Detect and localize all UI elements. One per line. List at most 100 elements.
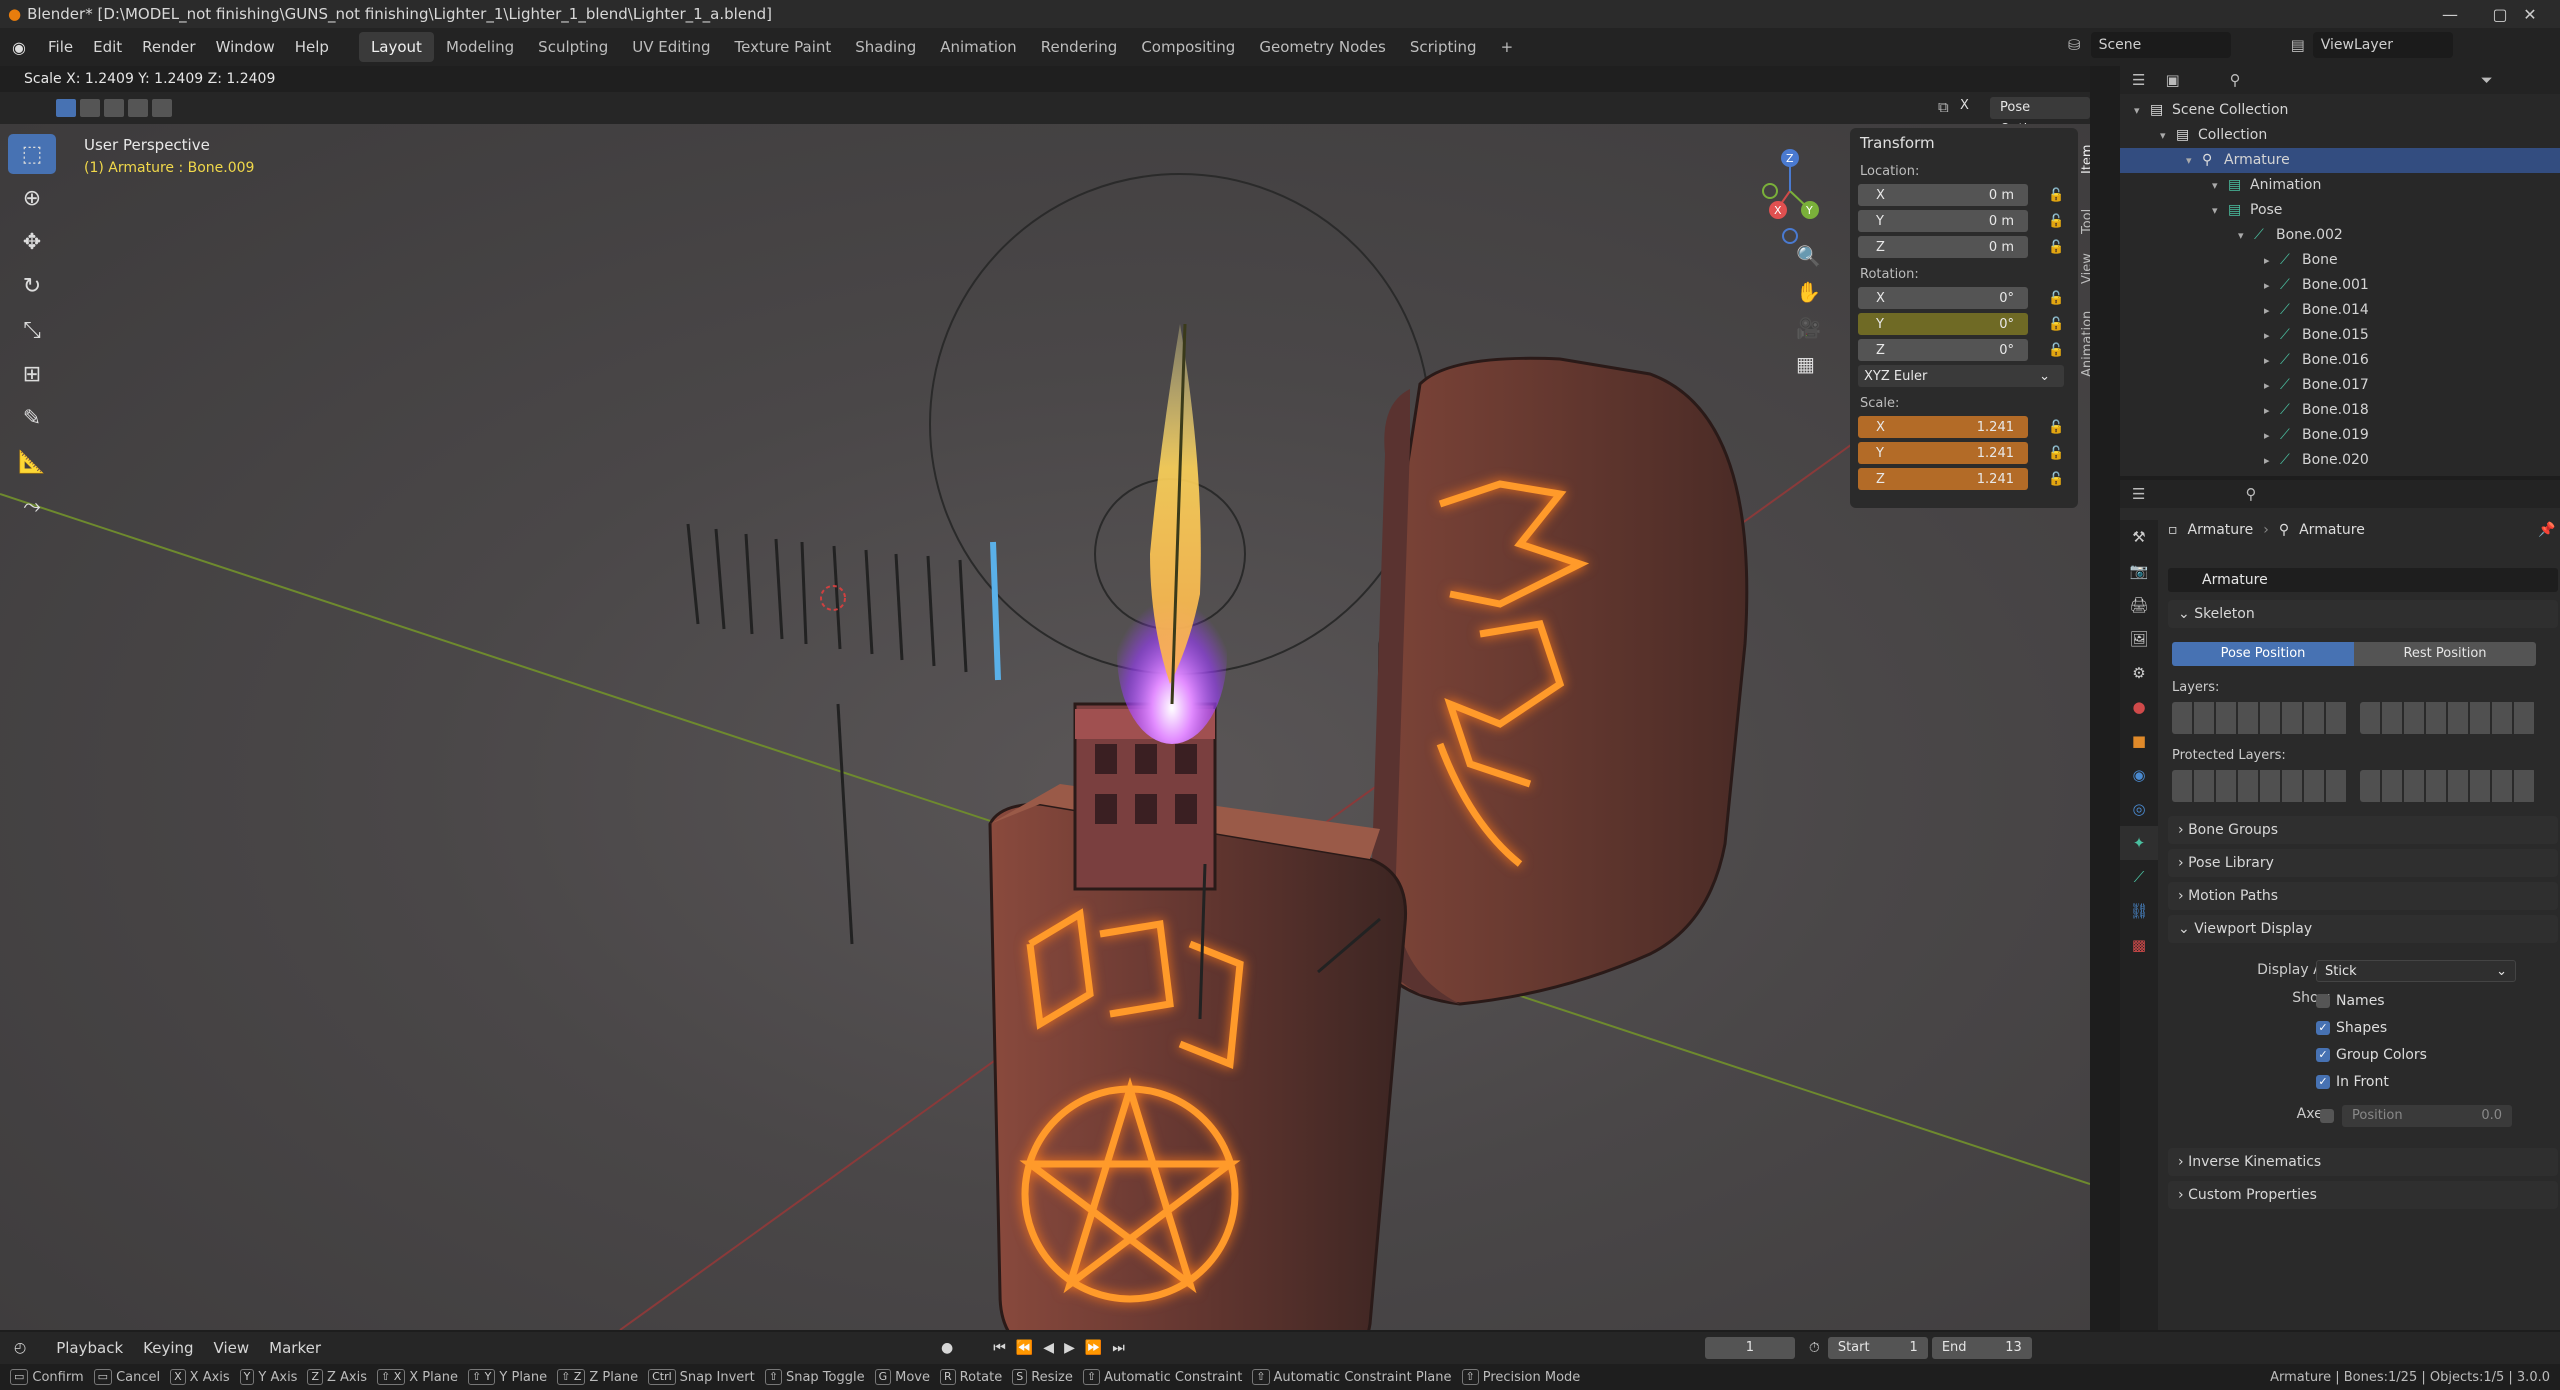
scene-icon[interactable]: ⛁ [2068, 36, 2081, 54]
editor-type-icon[interactable]: ◴ [14, 1340, 26, 1356]
tab-animation[interactable]: Animation [928, 32, 1028, 62]
pose-options-dropdown[interactable]: Pose Options [1990, 97, 2090, 137]
inverse-kinematics-section[interactable]: › Inverse Kinematics [2168, 1148, 2558, 1176]
location-x-field[interactable]: X0 m [1858, 184, 2028, 206]
outliner-row[interactable]: ▾ ⚲ Armature [2120, 148, 2560, 173]
outliner-row[interactable]: ▸ ⟋ Bone.014 [2120, 298, 2560, 323]
view-layer-tab-icon[interactable]: 🖼 [2120, 622, 2158, 656]
select-box-tool-icon[interactable]: ⬚ [8, 134, 56, 174]
tab-compositing[interactable]: Compositing [1129, 32, 1247, 62]
jump-end-icon[interactable]: ⏭ [1112, 1340, 1125, 1356]
outliner-row[interactable]: ▸ ⟋ Bone.015 [2120, 323, 2560, 348]
modifier-tab-icon[interactable]: ◉ [2120, 758, 2158, 792]
viewport-display-section[interactable]: ⌄ Viewport Display [2168, 915, 2558, 943]
disclosure-triangle-icon[interactable]: ▸ [2264, 398, 2280, 423]
select-mode-extend-icon[interactable] [80, 99, 100, 117]
view-layer-icon[interactable]: ▤ [2291, 36, 2305, 54]
sidebar-tab-tool[interactable]: Tool [2080, 196, 2090, 246]
checkbox[interactable]: ✓ [2316, 1075, 2330, 1089]
tab-scripting[interactable]: Scripting [1398, 32, 1489, 62]
texture-tab-icon[interactable]: ▩ [2120, 928, 2158, 962]
tab-geometry-nodes[interactable]: Geometry Nodes [1247, 32, 1398, 62]
display-mode-icon[interactable]: ▣ [2165, 71, 2179, 89]
jump-keyframe-forward-icon[interactable]: ⏩ [1085, 1340, 1102, 1356]
disclosure-triangle-icon[interactable]: ▸ [2264, 448, 2280, 473]
menu-edit[interactable]: Edit [83, 28, 132, 66]
ortho-grid-icon[interactable]: ▦ [1796, 352, 1821, 376]
object-tab-icon[interactable]: ■ [2120, 724, 2158, 758]
play-icon[interactable]: ▶ [1064, 1340, 1075, 1356]
disclosure-triangle-icon[interactable]: ▸ [2264, 373, 2280, 398]
world-tab-icon[interactable]: ● [2120, 690, 2158, 724]
disclosure-triangle-icon[interactable]: ▾ [2238, 223, 2254, 248]
rotation-mode-dropdown[interactable]: XYZ Euler ⌄ [1858, 365, 2064, 387]
disclosure-triangle-icon[interactable]: ▾ [2134, 98, 2150, 123]
tab-texture-paint[interactable]: Texture Paint [722, 32, 843, 62]
checkbox[interactable] [2316, 994, 2330, 1008]
protected-layers-grid[interactable] [2172, 770, 2348, 802]
tab-modeling[interactable]: Modeling [434, 32, 526, 62]
sidebar-tab-animation[interactable]: Animation [2080, 299, 2090, 389]
motion-paths-section[interactable]: › Motion Paths [2168, 882, 2558, 910]
pose-library-section[interactable]: › Pose Library [2168, 849, 2558, 877]
close-button[interactable]: ✕ [2500, 0, 2560, 28]
show-option-row[interactable]: ✓ Shapes [2316, 1015, 2427, 1042]
transform-panel-title[interactable]: Transform [1850, 128, 2078, 158]
location-z-field[interactable]: Z0 m [1858, 236, 2028, 258]
disclosure-triangle-icon[interactable]: ▸ [2264, 348, 2280, 373]
rotation-z-field[interactable]: Z 0° [1858, 339, 2028, 361]
select-mode-subtract-icon[interactable] [104, 99, 124, 117]
show-option-row[interactable]: Names [2316, 988, 2427, 1015]
bone-roll-tool-icon[interactable]: ⤳ [8, 486, 56, 526]
axes-position-field[interactable]: Position 0.0 [2342, 1105, 2512, 1127]
editor-type-icon[interactable]: ☰ [2132, 71, 2145, 89]
add-workspace-button[interactable]: + [1489, 32, 1526, 62]
start-frame-field[interactable]: Start 1 [1827, 1337, 1928, 1359]
rotate-tool-icon[interactable]: ↻ [8, 266, 56, 306]
blender-menu-icon[interactable]: ◉ [0, 38, 38, 57]
jump-start-icon[interactable]: ⏮ [993, 1340, 1006, 1356]
lock-icon[interactable]: 🔓 [2048, 420, 2068, 435]
skeleton-section[interactable]: ⌄ Skeleton [2168, 600, 2558, 628]
bone-groups-section[interactable]: › Bone Groups [2168, 816, 2558, 844]
lock-icon[interactable]: 🔓 [2048, 343, 2068, 358]
show-option-row[interactable]: ✓ Group Colors [2316, 1042, 2427, 1069]
lock-icon[interactable]: 🔓 [2048, 317, 2068, 332]
bone-constraint-tab-icon[interactable]: ⛓ [2120, 894, 2158, 928]
menu-file[interactable]: File [38, 28, 83, 66]
scale-y-field[interactable]: Y 1.241 [1858, 442, 2028, 464]
location-y-field[interactable]: Y0 m [1858, 210, 2028, 232]
tab-layout[interactable]: Layout [358, 32, 434, 62]
checkbox[interactable]: ✓ [2316, 1021, 2330, 1035]
custom-properties-section[interactable]: › Custom Properties [2168, 1181, 2558, 1209]
end-frame-field[interactable]: End 13 [1931, 1337, 2032, 1359]
menu-window[interactable]: Window [206, 28, 285, 66]
layers-grid-2[interactable] [2360, 702, 2536, 734]
tab-rendering[interactable]: Rendering [1029, 32, 1130, 62]
view-layer-field[interactable]: ViewLayer [2312, 32, 2453, 58]
display-as-dropdown[interactable]: Stick ⌄ [2316, 960, 2516, 982]
3d-viewport[interactable]: User Perspective (1) Armature : Bone.009… [0, 124, 2090, 1330]
lock-icon[interactable]: 🔓 [2048, 214, 2068, 229]
show-option-row[interactable]: ✓ In Front [2316, 1069, 2427, 1096]
lock-icon[interactable]: 🔓 [2048, 240, 2068, 255]
protected-layers-grid-2[interactable] [2360, 770, 2536, 802]
menu-render[interactable]: Render [132, 28, 205, 66]
keying-menu[interactable]: Keying [133, 1329, 203, 1367]
current-frame-field[interactable]: 1 [1704, 1337, 1795, 1359]
cursor-tool-icon[interactable]: ⊕ [8, 178, 56, 218]
disclosure-triangle-icon[interactable]: ▸ [2264, 423, 2280, 448]
lock-icon[interactable]: 🔓 [2048, 446, 2068, 461]
constraint-tab-icon[interactable]: ◎ [2120, 792, 2158, 826]
navigation-gizmo[interactable]: X Y Z [1730, 136, 1850, 246]
outliner-row[interactable]: ▸ ⟋ Bone.016 [2120, 348, 2560, 373]
scene-tab-icon[interactable]: ⚙ [2120, 656, 2158, 690]
editor-type-icon[interactable]: ☰ [2132, 485, 2145, 503]
outliner-row[interactable]: ▾ ▤ Animation [2120, 173, 2560, 198]
search-icon[interactable]: ⚲ [2245, 485, 2256, 503]
disclosure-triangle-icon[interactable]: ▸ [2264, 298, 2280, 323]
armature-data-tab-icon[interactable]: ✦ [2120, 826, 2158, 860]
outliner-row[interactable]: ▸ ⟋ Bone.018 [2120, 398, 2560, 423]
mirror-icon[interactable]: ⧉ [1938, 98, 1949, 116]
disclosure-triangle-icon[interactable]: ▸ [2264, 323, 2280, 348]
